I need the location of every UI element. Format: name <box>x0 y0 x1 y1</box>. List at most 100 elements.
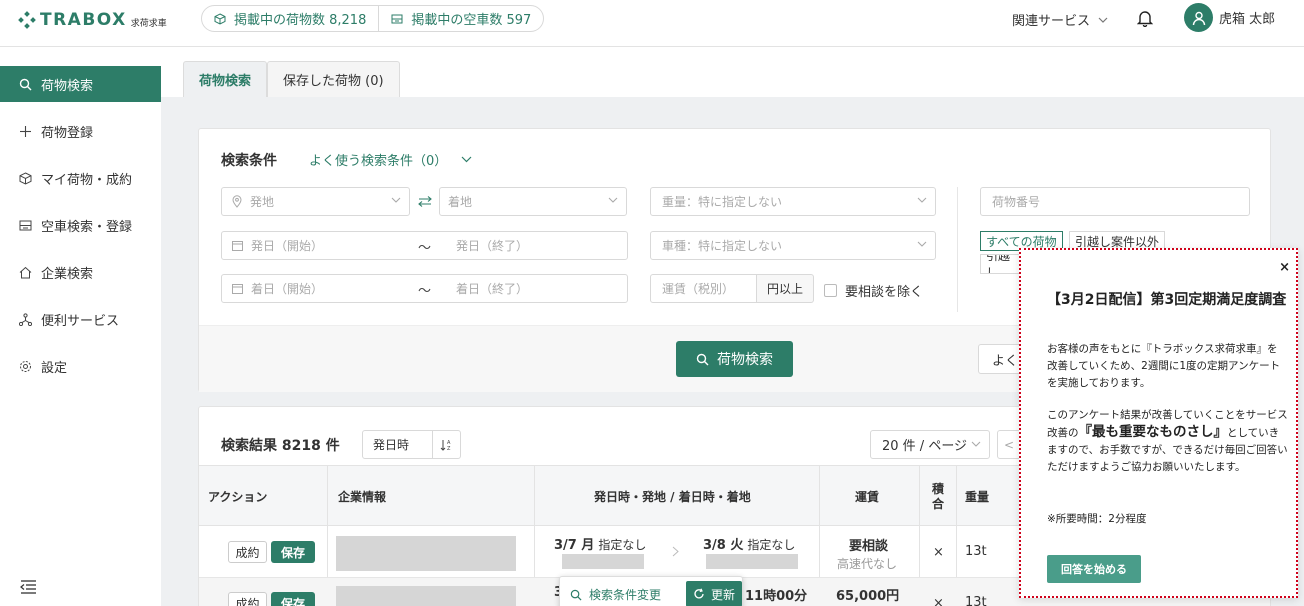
mixed-load-value: × <box>933 596 944 606</box>
chevron-right-icon <box>672 546 679 557</box>
origin-placeholder: 発地 <box>250 195 275 209</box>
truck-count-label: 掲載中の空車数 597 <box>411 13 532 28</box>
search-icon <box>570 589 582 601</box>
tab-cargo-search[interactable]: 荷物検索 <box>183 61 268 97</box>
home-icon <box>19 266 32 278</box>
fare-input[interactable]: 運賃（税別） <box>650 274 757 303</box>
sort-label: 発日時 <box>373 438 410 452</box>
bell-icon[interactable] <box>1137 9 1153 27</box>
related-services-label: 関連サービス <box>1012 14 1091 29</box>
cargo-number-placeholder: 荷物番号 <box>992 195 1041 209</box>
vehicle-type-placeholder: 車種：特に指定しない <box>662 239 783 253</box>
fare-value: 要相談 <box>849 539 889 554</box>
save-button[interactable]: 保存 <box>271 541 315 563</box>
logo-mark-icon <box>18 11 36 29</box>
cargo-count[interactable]: 掲載中の荷物数 8,218 <box>202 6 378 31</box>
sidebar-item-services[interactable]: 便利サービス <box>0 301 161 337</box>
user-icon <box>1192 11 1205 25</box>
swap-icon[interactable] <box>418 196 432 207</box>
cargo-number-input[interactable]: 荷物番号 <box>980 187 1250 216</box>
chevron-down-icon <box>391 197 401 203</box>
search-button[interactable]: 荷物検索 <box>676 341 793 377</box>
trabox-logo[interactable]: TRABOX 求荷求車 <box>18 10 167 30</box>
sidebar-item-label: 荷物検索 <box>41 78 94 94</box>
sidebar-item-my-cargo[interactable]: マイ荷物・成約 <box>0 160 161 196</box>
user-menu[interactable]: 虎箱 太郎 <box>1184 3 1275 32</box>
departure-end-placeholder: 発日（終了） <box>456 239 529 253</box>
conditions-title: 検索条件 <box>221 153 277 169</box>
sidebar-item-cargo-search[interactable]: 荷物検索 <box>0 66 161 102</box>
collapse-sidebar-icon[interactable] <box>20 580 37 594</box>
app-header: TRABOX 求荷求車 掲載中の荷物数 8,218 掲載中の空車数 597 関連… <box>0 0 1304 47</box>
calendar-icon <box>232 241 243 251</box>
calendar-icon <box>232 284 243 294</box>
sidebar-item-settings[interactable]: 設定 <box>0 348 161 384</box>
per-page-label: 20 件 / ページ <box>882 439 968 454</box>
departure-time: 指定なし <box>598 538 647 552</box>
chevron-down-icon <box>461 156 472 163</box>
fare-value: 65,000円 <box>836 589 900 604</box>
popup-body-1: お客様の声をもとに『トラボックス求荷求車』を改善していくため、2週間に1度の定期… <box>1047 343 1281 389</box>
truck-icon <box>391 14 403 23</box>
truck-count[interactable]: 掲載中の空車数 597 <box>378 6 543 31</box>
filter-moving[interactable]: 引越し <box>980 254 1020 274</box>
listing-counts: 掲載中の荷物数 8,218 掲載中の空車数 597 <box>201 5 545 32</box>
per-page-select[interactable]: 20 件 / ページ <box>870 430 990 459</box>
change-conditions-button[interactable]: 検索条件変更 <box>570 586 661 603</box>
sort-order-icon: AZ <box>440 439 451 451</box>
related-services-menu[interactable]: 関連サービス <box>1012 10 1108 29</box>
popup-body-2-emphasis: 『最も重要なものさし』 <box>1078 424 1228 440</box>
logo-subtext: 求荷求車 <box>130 18 167 29</box>
save-button[interactable]: 保存 <box>271 592 315 606</box>
arrival-time-row2: 11時00分 <box>745 589 808 604</box>
sidebar-item-truck-search[interactable]: 空車検索・登録 <box>0 207 161 243</box>
arrival-date: 3/8 火指定なし <box>703 534 795 553</box>
search-button-label: 荷物検索 <box>717 352 773 368</box>
sidebar-item-label: 企業検索 <box>41 266 94 282</box>
popup-title: 【3月2日配信】第3回定期満足度調査 <box>1047 292 1287 308</box>
network-icon <box>19 312 32 326</box>
weight-placeholder: 重量：特に指定しない <box>662 195 783 209</box>
destination-select[interactable]: 着地 <box>439 187 627 216</box>
chevron-down-icon <box>608 197 618 203</box>
contract-button[interactable]: 成約 <box>228 592 267 606</box>
survey-popup: × 【3月2日配信】第3回定期満足度調査 お客様の声をもとに『トラボックス求荷求… <box>1019 248 1298 598</box>
departure-place-redacted <box>562 554 644 569</box>
fare-placeholder: 運賃（税別） <box>662 282 735 296</box>
truck-icon <box>19 220 32 230</box>
sidebar-item-company-search[interactable]: 企業検索 <box>0 254 161 290</box>
favorite-conditions-dropdown[interactable]: よく使う検索条件（0） <box>309 150 472 169</box>
gear-icon <box>20 360 31 372</box>
cargo-count-label: 掲載中の荷物数 8,218 <box>234 13 367 28</box>
box-icon <box>214 12 226 25</box>
user-name: 虎箱 太郎 <box>1219 12 1276 27</box>
exclude-consult-checkbox[interactable]: 要相談を除く <box>824 281 923 300</box>
refresh-icon <box>694 588 704 599</box>
weight-select[interactable]: 重量：特に指定しない <box>650 187 936 216</box>
tab-saved-cargo[interactable]: 保存した荷物 (0) <box>267 61 400 97</box>
avatar <box>1184 3 1213 32</box>
sidebar-item-label: 便利サービス <box>41 313 120 329</box>
sidebar-item-cargo-register[interactable]: 荷物登録 <box>0 113 161 149</box>
arrival-start-placeholder: 着日（開始） <box>251 282 324 296</box>
sort-order-button[interactable]: AZ <box>431 431 460 458</box>
col-fare: 運賃 <box>855 490 880 504</box>
close-icon[interactable]: × <box>1279 260 1290 275</box>
col-action: アクション <box>208 490 268 504</box>
mixed-load-value: × <box>933 545 944 560</box>
origin-select[interactable]: 発地 <box>221 187 410 216</box>
contract-button[interactable]: 成約 <box>228 541 267 563</box>
vehicle-type-select[interactable]: 車種：特に指定しない <box>650 231 936 260</box>
location-pin-icon <box>232 195 242 208</box>
refresh-button[interactable]: 更新 <box>686 581 742 606</box>
sidebar-item-label: 設定 <box>41 360 68 376</box>
start-survey-button[interactable]: 回答を始める <box>1047 555 1141 583</box>
range-tilde: 〜 <box>418 241 432 256</box>
col-mixed: 積合 <box>932 481 945 511</box>
sidebar-item-label: 空車検索・登録 <box>41 219 133 235</box>
sort-select[interactable]: 発日時 AZ <box>362 430 461 459</box>
range-tilde: 〜 <box>418 284 432 299</box>
prev-page-button[interactable]: < <box>997 430 1021 459</box>
search-icon <box>696 353 709 365</box>
exclude-consult-label: 要相談を除く <box>845 285 924 300</box>
